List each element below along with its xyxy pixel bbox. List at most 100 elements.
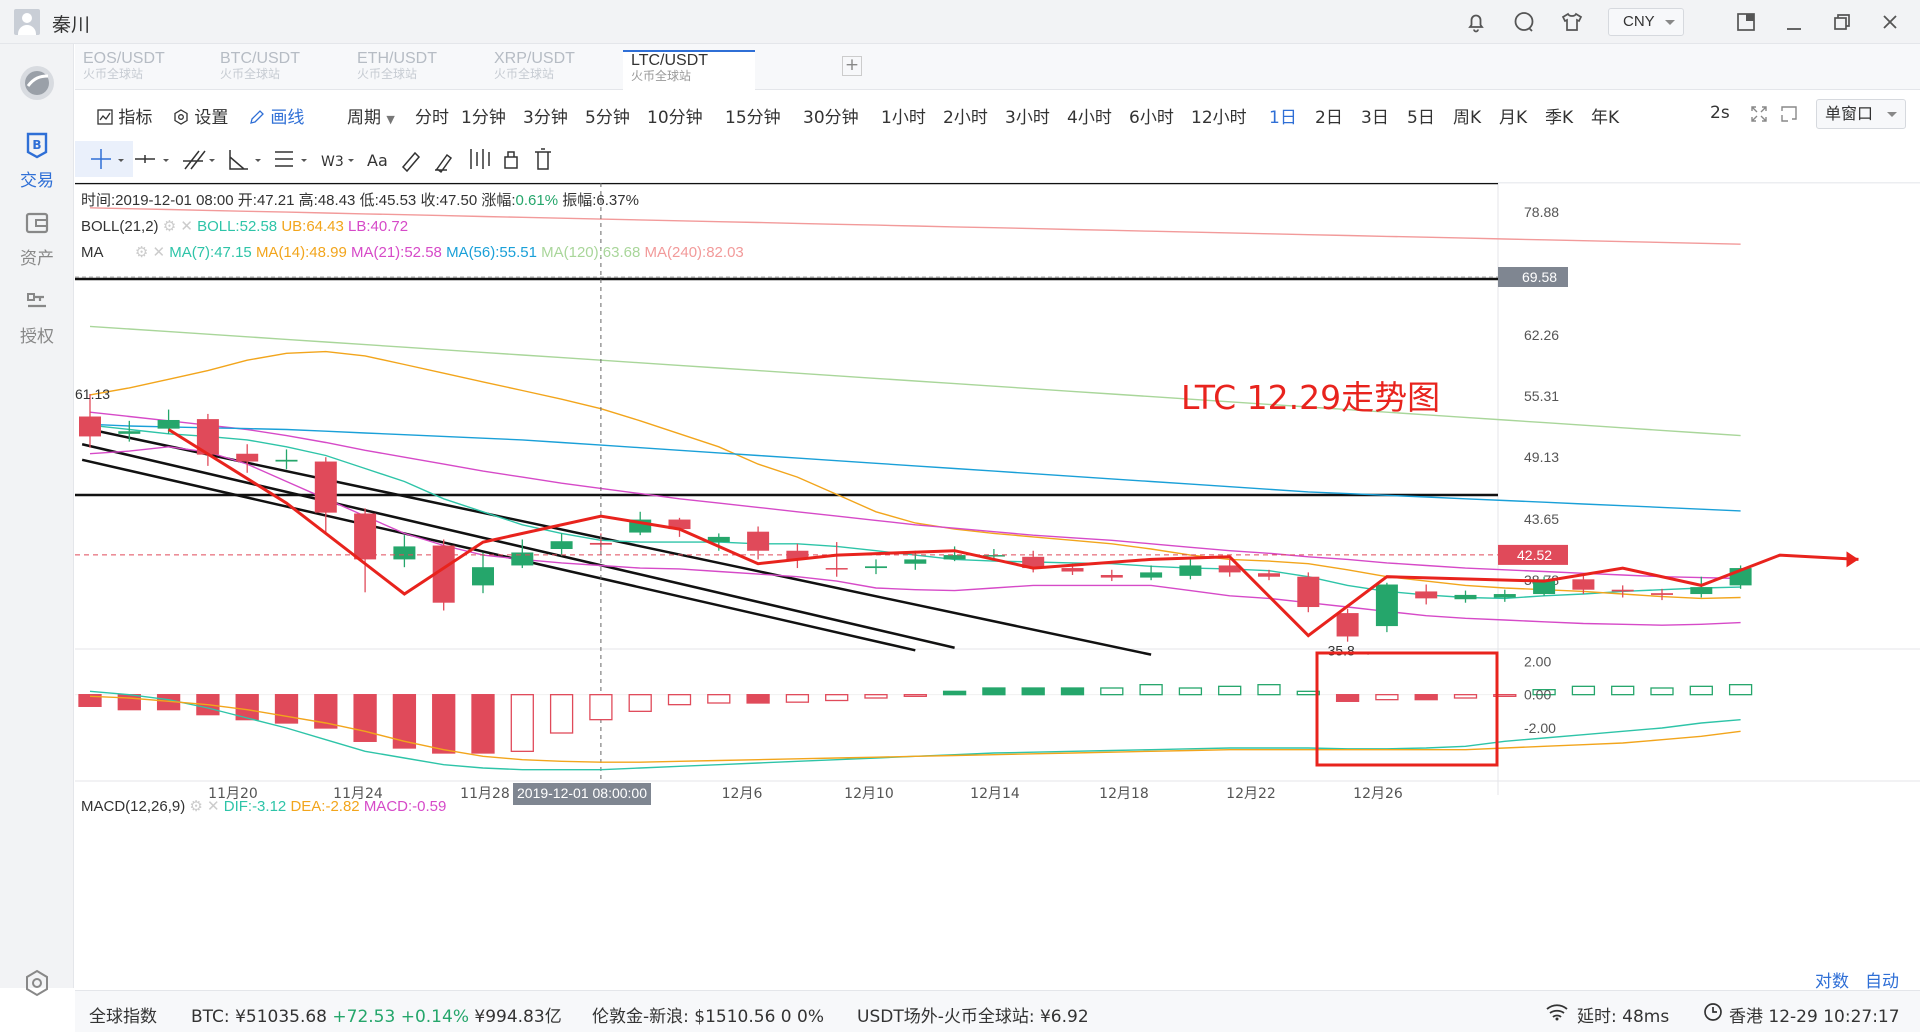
period-17[interactable]: 周K xyxy=(1453,103,1481,128)
brush-icon xyxy=(435,153,453,174)
drawing-toolbar: W3 Aa xyxy=(75,137,1920,183)
tab-exchange: 火币全球站 xyxy=(220,67,281,81)
chart-toolbar: 指标 设置 画线 周期 ▼ 分时 1分钟 3分钟 5分钟 10分钟 15分钟 30分钟 1小时… xyxy=(75,91,1920,137)
macd-bar xyxy=(432,694,456,754)
restore-icon[interactable] xyxy=(1830,10,1854,34)
sidebar-settings[interactable] xyxy=(0,968,74,1004)
period-14[interactable]: 2日 xyxy=(1315,103,1343,128)
info-amplitude: 振幅:6.37% xyxy=(562,192,639,209)
chevron-down-icon xyxy=(301,159,307,162)
ma14-value: MA(14):48.99 xyxy=(255,244,347,261)
pin-window-icon[interactable] xyxy=(1734,10,1758,34)
angle-icon xyxy=(229,150,248,170)
series-dif xyxy=(89,690,1741,771)
period-1[interactable]: 1分钟 xyxy=(461,103,506,128)
sidebar-item-auth[interactable]: 授权 xyxy=(0,286,74,347)
bell-icon[interactable] xyxy=(1464,10,1488,34)
period-18[interactable]: 月K xyxy=(1499,103,1527,128)
period-9[interactable]: 3小时 xyxy=(1005,103,1050,128)
tab-pair: ETH/USDT xyxy=(357,50,437,67)
global-index-label[interactable]: 全球指数 xyxy=(89,1002,157,1027)
window-mode-select[interactable]: 单窗口 xyxy=(1816,99,1906,129)
gear-icon[interactable]: ⚙ ✕ xyxy=(135,244,165,261)
sidebar-logo[interactable] xyxy=(0,64,74,108)
period-5[interactable]: 15分钟 xyxy=(725,103,781,128)
info-change: 0.61% xyxy=(515,192,559,209)
drawing-tools: W3 Aa xyxy=(75,141,551,177)
period-11[interactable]: 6小时 xyxy=(1129,103,1174,128)
info-high: 高:48.43 xyxy=(298,192,356,209)
time-axis-label: 12月18 xyxy=(1099,786,1149,802)
period-20[interactable]: 年K xyxy=(1591,103,1619,128)
draw-label: 画线 xyxy=(270,108,305,128)
chat-icon[interactable] xyxy=(1512,10,1536,34)
minimize-icon[interactable] xyxy=(1782,10,1806,34)
period-4[interactable]: 10分钟 xyxy=(647,103,703,128)
auto-scale-toggle[interactable]: 自动 xyxy=(1865,967,1899,992)
ruler-icon xyxy=(401,151,421,173)
gear-icon[interactable]: ⚙ ✕ xyxy=(163,218,193,235)
draw-button[interactable]: 画线 xyxy=(249,103,304,128)
macd-bar xyxy=(825,694,849,702)
gold-ticker: 伦敦金-新浪: $1510.56 0 0% xyxy=(592,1002,824,1027)
time-axis-label: 12月6 xyxy=(722,786,763,802)
period-0[interactable]: 分时 xyxy=(415,103,449,128)
info-change-label: 涨幅: xyxy=(481,192,516,209)
period-dropdown[interactable]: 周期 ▼ xyxy=(347,103,395,128)
period-2[interactable]: 3分钟 xyxy=(523,103,568,128)
candle-body xyxy=(1611,589,1634,592)
period-19[interactable]: 季K xyxy=(1545,103,1573,128)
tab-eos-usdt[interactable]: EOS/USDT 火币全球站 xyxy=(75,50,207,90)
period-16[interactable]: 5日 xyxy=(1407,103,1435,128)
macd-bar xyxy=(274,694,299,724)
usdt-ticker: USDT场外-火币全球站: ¥6.92 xyxy=(857,1002,1089,1027)
macd-bar xyxy=(1335,694,1360,702)
snapshot-icon[interactable] xyxy=(1780,105,1798,123)
tab-eth-usdt[interactable]: ETH/USDT 火币全球站 xyxy=(349,50,481,90)
macd-bar xyxy=(1021,687,1045,696)
shirt-icon[interactable] xyxy=(1560,10,1584,34)
svg-text:B: B xyxy=(32,138,41,152)
btc-volume: ¥994.83亿 xyxy=(474,1007,562,1027)
candle-body xyxy=(1179,565,1202,576)
period-3[interactable]: 5分钟 xyxy=(585,103,630,128)
btc-label: BTC: xyxy=(191,1007,230,1027)
tab-btc-usdt[interactable]: BTC/USDT 火币全球站 xyxy=(212,50,344,90)
refresh-interval[interactable]: 2s xyxy=(1710,103,1730,123)
macd-axis-label: 2.00 xyxy=(1524,653,1551,669)
period-7[interactable]: 1小时 xyxy=(881,103,926,128)
add-tab-button[interactable]: + xyxy=(842,56,862,76)
close-icon[interactable] xyxy=(1878,10,1902,34)
period-15[interactable]: 3日 xyxy=(1361,103,1389,128)
tab-ltc-usdt[interactable]: LTC/USDT 火币全球站 xyxy=(623,50,755,90)
sidebar-item-assets[interactable]: 资产 xyxy=(0,208,74,269)
time-axis-label: 12月26 xyxy=(1353,786,1403,802)
btc-ticker: BTC: ¥51035.68 +72.53 +0.14% ¥994.83亿 xyxy=(191,1002,562,1027)
fullscreen-icon[interactable] xyxy=(1750,105,1768,123)
gear-icon[interactable]: ⚙ ✕ xyxy=(189,798,219,815)
level-tag-label: 69.58 xyxy=(1522,269,1557,285)
chevron-down-icon xyxy=(348,159,354,162)
price-chart[interactable]: 78.8869.5862.2655.3149.1343.6538.7869.58… xyxy=(75,181,1920,992)
macd-legend: MACD(12,26,9) ⚙ ✕ DIF:-3.12 DEA:-2.82 MA… xyxy=(81,797,446,815)
macd-bar xyxy=(864,694,888,699)
current-price-label: 42.52 xyxy=(1517,547,1552,563)
period-13[interactable]: 1日 xyxy=(1269,103,1297,128)
log-scale-toggle[interactable]: 对数 xyxy=(1815,967,1849,992)
tab-xrp-usdt[interactable]: XRP/USDT 火币全球站 xyxy=(486,50,618,90)
period-6[interactable]: 30分钟 xyxy=(803,103,859,128)
period-12[interactable]: 12小时 xyxy=(1191,103,1247,128)
ma240-value: MA(240):82.03 xyxy=(644,244,744,261)
avatar[interactable] xyxy=(14,9,40,35)
candle-body xyxy=(825,568,848,570)
indicator-button[interactable]: 指标 xyxy=(97,103,152,128)
period-8[interactable]: 2小时 xyxy=(943,103,988,128)
sidebar-item-trade[interactable]: B 交易 xyxy=(0,130,74,191)
macd-bar xyxy=(510,694,534,752)
currency-select[interactable]: CNY xyxy=(1608,8,1684,36)
price-axis-label: 78.88 xyxy=(1524,204,1559,220)
period-10[interactable]: 4小时 xyxy=(1067,103,1112,128)
chart-canvas[interactable]: 78.8869.5862.2655.3149.1343.6538.7869.58… xyxy=(75,181,1920,988)
trend-arrow-head xyxy=(1846,551,1859,568)
settings-button[interactable]: 设置 xyxy=(173,103,228,128)
